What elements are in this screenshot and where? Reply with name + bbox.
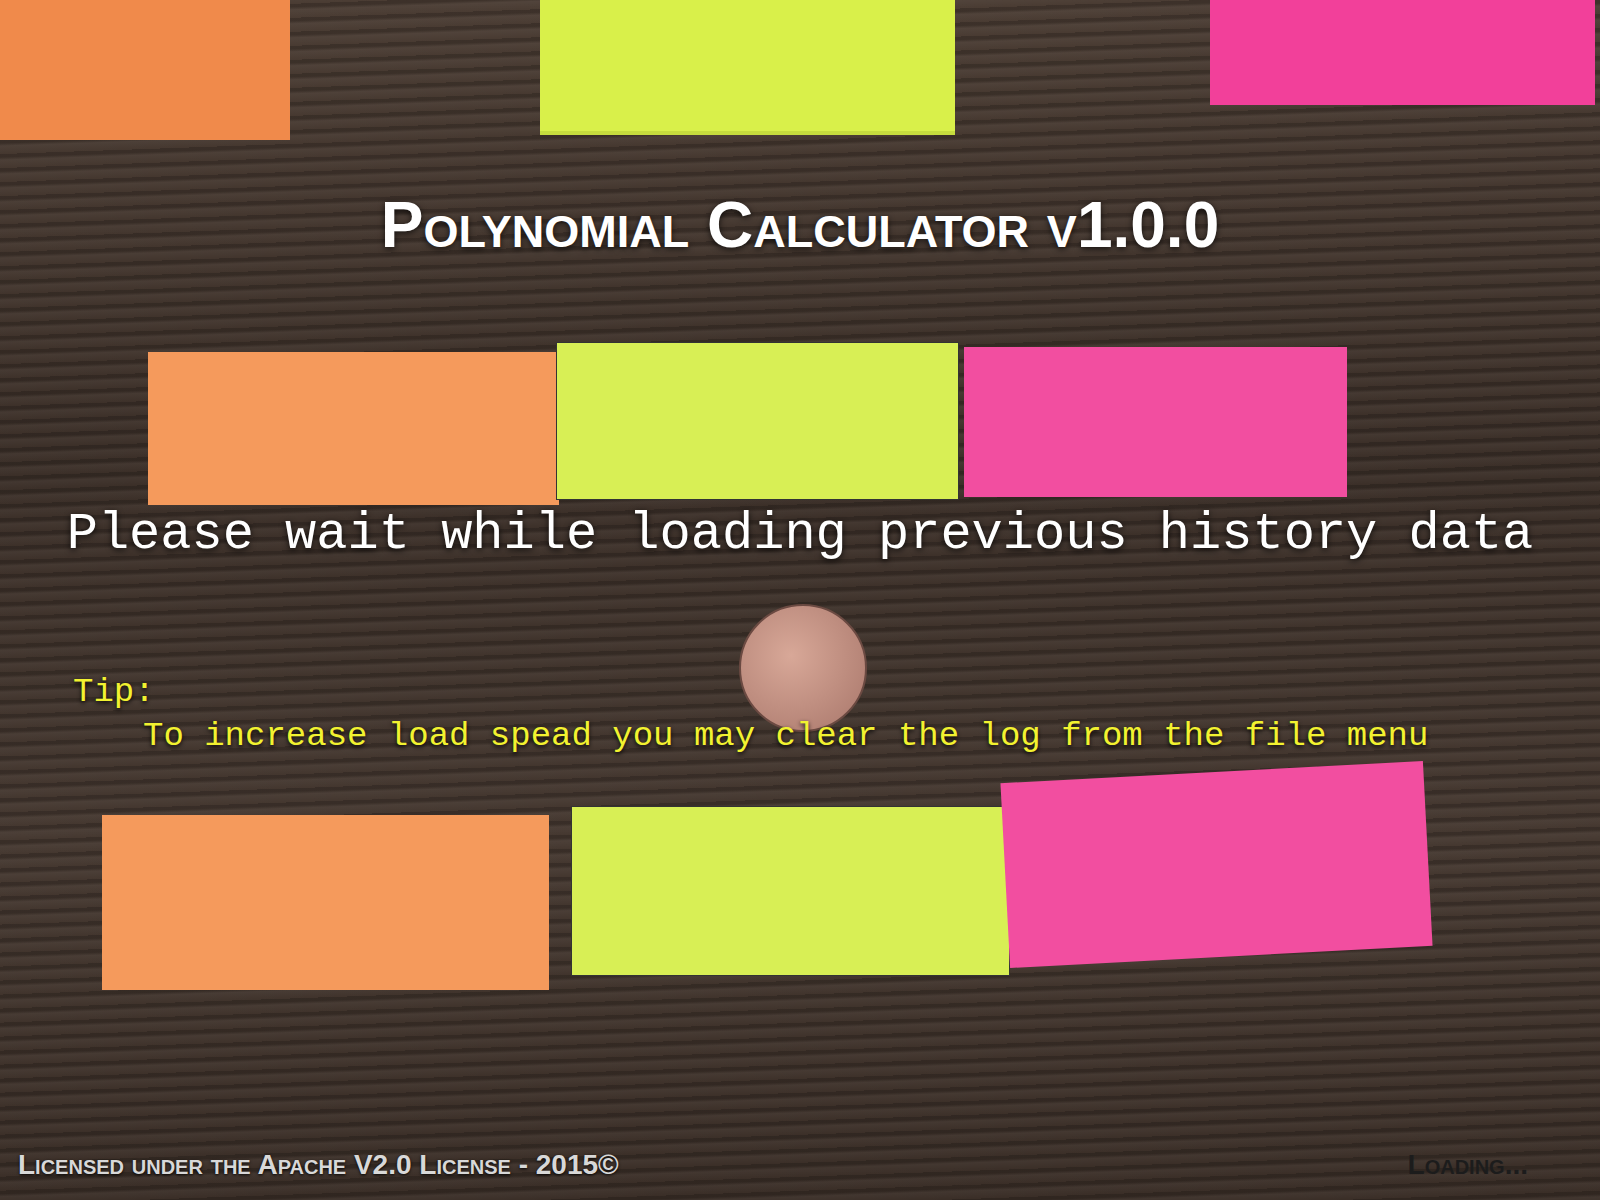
card: [148, 352, 559, 505]
card: [556, 342, 959, 500]
loading-status: Loading...: [1408, 1144, 1582, 1186]
app-title: Polynomial Calculator v1.0.0: [0, 0, 1600, 260]
card: [102, 815, 549, 990]
license-text: Licensed under the Apache V2.0 License -…: [18, 1144, 619, 1186]
splash-content: Polynomial Calculator v1.0.0 Please wait…: [0, 0, 1600, 1200]
card: [964, 347, 1347, 497]
card-stack: [1210, 0, 1595, 105]
coin: [739, 604, 867, 732]
card: [1000, 761, 1432, 968]
tip-box: Tip: To increase load spead you may clea…: [0, 670, 1600, 758]
card: [571, 806, 1010, 976]
card-stack: [540, 0, 955, 135]
tip-text: To increase load spead you may clear the…: [73, 714, 1600, 758]
status-message: Please wait while loading previous histo…: [0, 505, 1600, 565]
footer: Licensed under the Apache V2.0 License -…: [0, 1144, 1600, 1200]
background-photo: [0, 0, 1600, 1200]
photo-grain: [0, 0, 1600, 1200]
card-stack: [0, 0, 290, 140]
tip-label: Tip:: [73, 670, 1600, 714]
splash-screen: Polynomial Calculator v1.0.0 Please wait…: [0, 0, 1600, 1200]
